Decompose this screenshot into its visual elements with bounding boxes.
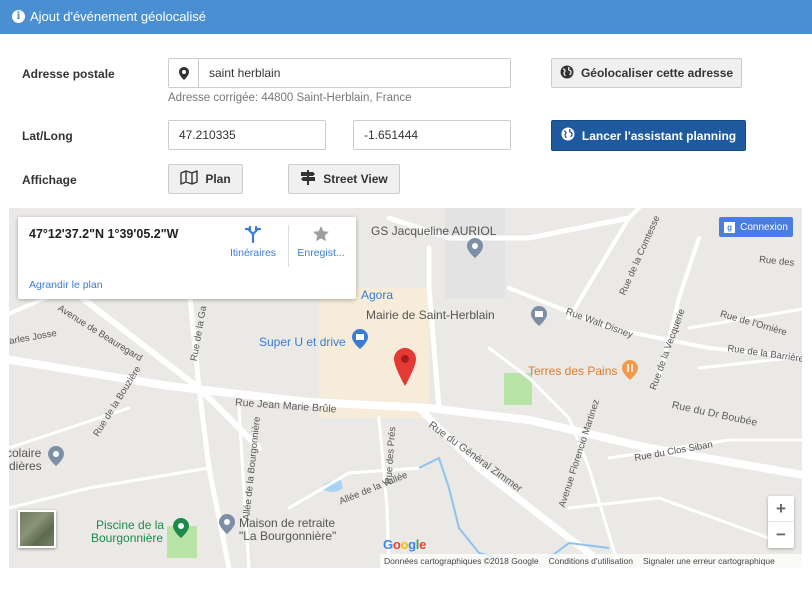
address-input[interactable] bbox=[199, 59, 510, 87]
directions-button[interactable]: Itinéraires bbox=[222, 225, 284, 270]
location-pin-icon[interactable] bbox=[394, 348, 416, 386]
street-view-button[interactable]: Street View bbox=[288, 164, 400, 194]
globe-icon bbox=[560, 65, 574, 82]
satellite-toggle-thumbnail[interactable] bbox=[18, 510, 56, 548]
globe-icon bbox=[561, 127, 575, 144]
corrected-address-text: Adresse corrigée: 44800 Saint-Herblain, … bbox=[168, 92, 412, 104]
planning-assistant-button[interactable]: Lancer l'assistant planning bbox=[551, 120, 746, 151]
poi-label-school2-line2: dières bbox=[9, 459, 42, 473]
planning-assistant-button-label: Lancer l'assistant planning bbox=[581, 128, 737, 143]
zoom-control: + − bbox=[768, 496, 794, 548]
poi-label-bakery: Terres des Pains bbox=[528, 364, 618, 378]
coordinates-text: 47°12'37.2"N 1°39'05.2"W bbox=[29, 227, 179, 241]
map-attribution-bar: Données cartographiques ©2018 Google Con… bbox=[380, 554, 802, 568]
latitude-input[interactable] bbox=[168, 120, 326, 150]
longitude-input[interactable] bbox=[353, 120, 511, 150]
info-circle-icon: i bbox=[12, 10, 25, 23]
map-view[interactable]: GS Jacqueline AURIOL Agora Mairie de Sai… bbox=[9, 208, 802, 568]
display-label: Affichage bbox=[22, 173, 77, 187]
star-icon bbox=[313, 226, 329, 242]
geolocate-button-label: Géolocaliser cette adresse bbox=[580, 66, 734, 80]
terms-link[interactable]: Conditions d'utilisation bbox=[549, 556, 633, 566]
plan-view-button[interactable]: Plan bbox=[168, 164, 243, 194]
poi-label-pool-line2: Bourgonnière bbox=[91, 531, 164, 545]
save-place-button[interactable]: Enregist... bbox=[290, 225, 352, 270]
geolocate-button[interactable]: Géolocaliser cette adresse bbox=[551, 58, 742, 88]
card-divider bbox=[288, 225, 289, 267]
plan-view-button-label: Plan bbox=[205, 172, 231, 186]
school-marker-icon[interactable] bbox=[48, 446, 64, 466]
modal-title: i Ajout d'événement géolocalisé bbox=[12, 9, 206, 24]
zoom-in-button[interactable]: + bbox=[768, 496, 794, 522]
map-data-attribution: Données cartographiques ©2018 Google bbox=[384, 556, 539, 566]
poi-label-agora: Agora bbox=[361, 288, 394, 302]
google-logo: Google bbox=[383, 537, 427, 552]
directions-icon bbox=[244, 225, 262, 243]
pool-marker-icon[interactable] bbox=[173, 518, 189, 538]
report-error-link[interactable]: Signaler une erreur cartographique bbox=[643, 556, 775, 566]
poi-label-retirement-line1: Maison de retraite bbox=[239, 516, 336, 530]
poi-label-town-hall: Mairie de Saint-Herblain bbox=[366, 308, 495, 322]
retirement-home-marker-icon[interactable] bbox=[219, 514, 235, 534]
poi-label-school2-line1: colaire bbox=[9, 446, 42, 460]
address-input-group bbox=[168, 58, 511, 88]
shopping-marker-icon[interactable] bbox=[352, 329, 368, 349]
town-hall-marker-icon[interactable] bbox=[531, 306, 547, 326]
zoom-out-button[interactable]: − bbox=[768, 522, 794, 548]
street-view-button-label: Street View bbox=[323, 172, 388, 186]
poi-label-school: GS Jacqueline AURIOL bbox=[371, 224, 497, 238]
connexion-button[interactable]: g Connexion bbox=[719, 217, 793, 237]
address-label: Adresse postale bbox=[22, 67, 115, 81]
connexion-label: Connexion bbox=[740, 221, 788, 233]
signpost-icon bbox=[300, 170, 316, 188]
poi-label-pool-line1: Piscine de la bbox=[96, 518, 165, 532]
poi-label-supermarket: Super U et drive bbox=[259, 335, 346, 349]
latlong-label: Lat/Long bbox=[22, 129, 73, 143]
modal-title-text: Ajout d'événement géolocalisé bbox=[30, 9, 206, 24]
map-icon bbox=[180, 170, 199, 188]
enlarge-map-link[interactable]: Agrandir le plan bbox=[29, 279, 103, 291]
save-place-label: Enregist... bbox=[297, 247, 345, 259]
restaurant-marker-icon[interactable] bbox=[622, 360, 638, 380]
map-marker-icon bbox=[169, 59, 199, 87]
school-marker-icon[interactable] bbox=[467, 238, 483, 258]
google-plus-icon: g bbox=[724, 221, 736, 233]
directions-label: Itinéraires bbox=[229, 247, 277, 259]
modal-header: i Ajout d'événement géolocalisé bbox=[0, 0, 812, 34]
place-info-card: 47°12'37.2"N 1°39'05.2"W Itinéraires Enr… bbox=[18, 217, 356, 299]
poi-label-retirement-line2: "La Bourgonnière" bbox=[239, 529, 337, 543]
